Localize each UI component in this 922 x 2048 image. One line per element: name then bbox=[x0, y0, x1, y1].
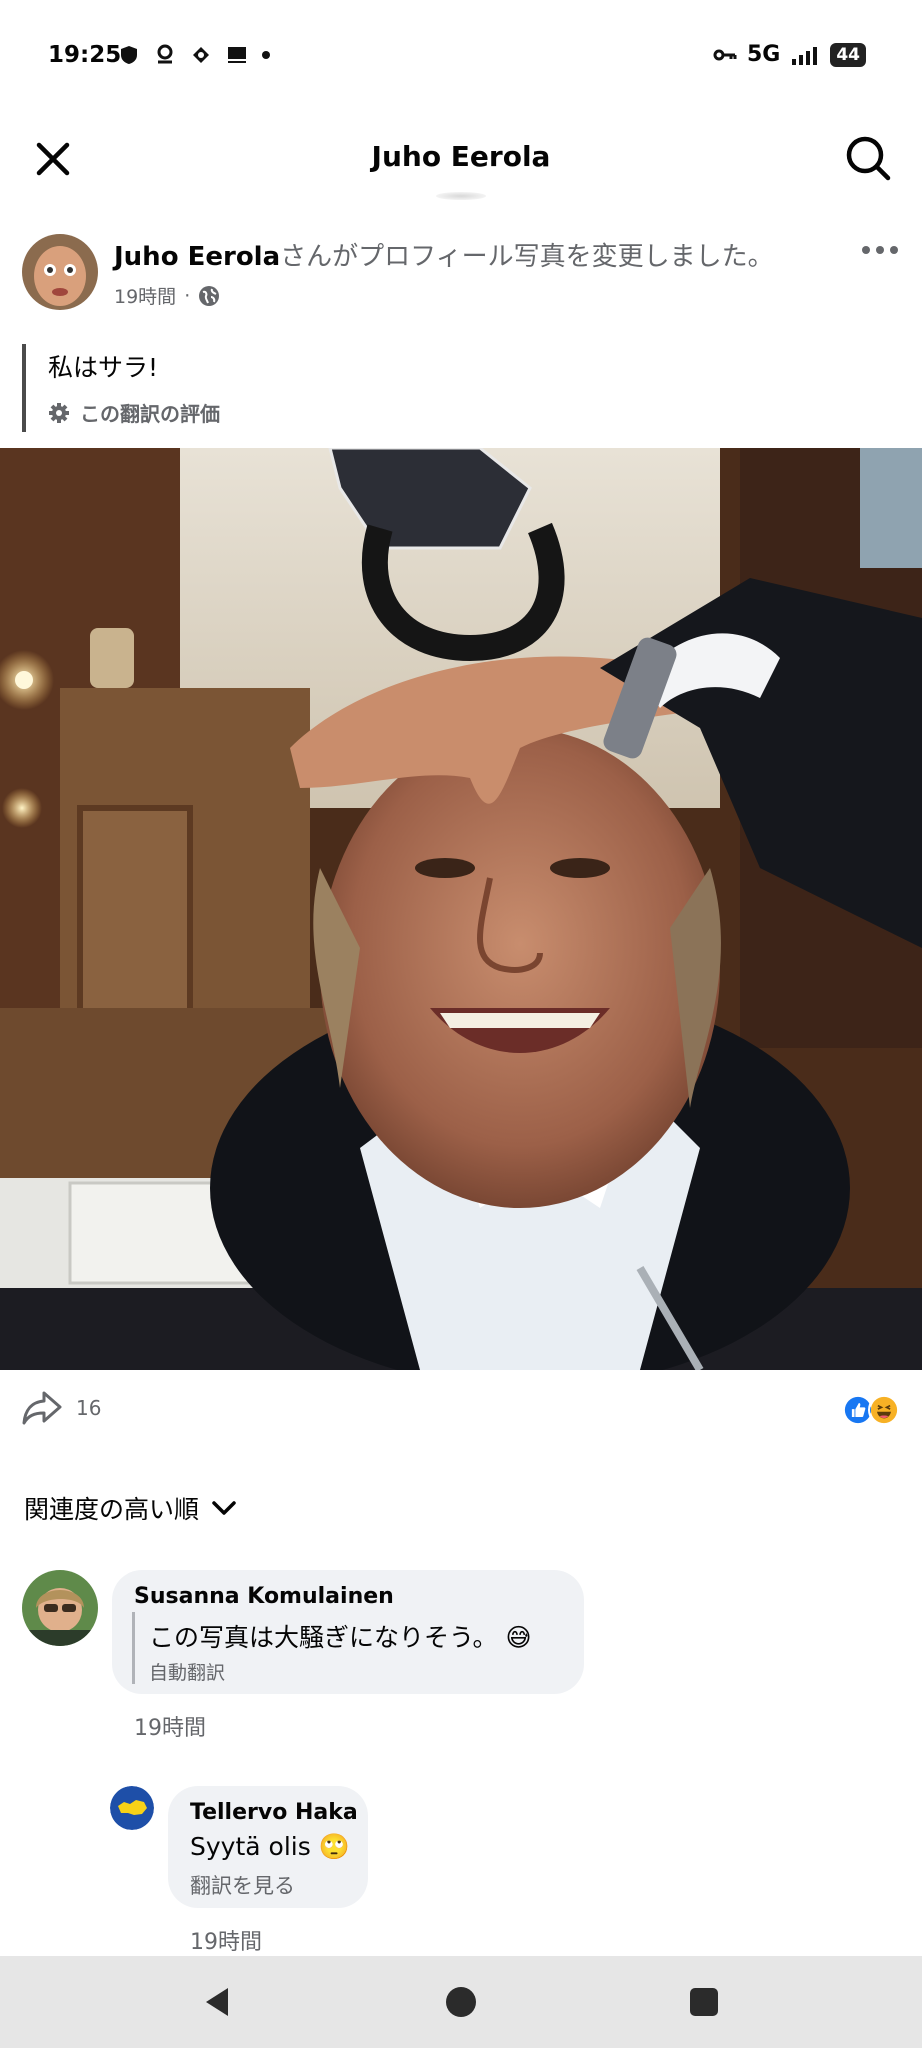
commenter-avatar[interactable] bbox=[22, 1570, 98, 1646]
post-time[interactable]: 19時間 bbox=[114, 282, 176, 309]
network-label: 5G bbox=[746, 42, 781, 67]
gear-icon bbox=[49, 402, 69, 423]
recents-button[interactable] bbox=[682, 1980, 726, 2024]
search-icon bbox=[846, 136, 891, 181]
status-time: 19:25 bbox=[48, 42, 122, 68]
chevron-down-icon bbox=[212, 1501, 236, 1515]
more-options-button[interactable] bbox=[862, 240, 902, 260]
translation-block: この写真は大騒ぎになりそう。 😅 自動翻訳 bbox=[132, 1612, 532, 1684]
home-button[interactable] bbox=[439, 1980, 483, 2024]
signal-icon bbox=[792, 46, 818, 65]
battery-level: 44 bbox=[830, 42, 866, 67]
meta-separator: · bbox=[184, 284, 191, 307]
rate-translation-label: この翻訳の評価 bbox=[80, 402, 220, 426]
system-navigation-bar bbox=[0, 1956, 922, 2048]
haha-reaction-icon bbox=[868, 1394, 900, 1426]
reply-text: Syytä olis 🙄 bbox=[190, 1832, 350, 1861]
top-header: Juho Eerola bbox=[0, 118, 922, 200]
comment-author[interactable]: Susanna Komulainen bbox=[134, 1584, 394, 1609]
header-handle bbox=[436, 192, 486, 200]
post-author-name[interactable]: Juho Eerola bbox=[114, 242, 280, 272]
reply-time[interactable]: 19時間 bbox=[190, 1924, 262, 1956]
share-count: 16 bbox=[76, 1396, 102, 1420]
reply-author[interactable]: Tellervo Haka bbox=[190, 1800, 358, 1825]
back-icon bbox=[206, 1988, 228, 2016]
post-action-text: さんがプロフィール写真を変更しました。 bbox=[280, 242, 774, 272]
reaction-summary[interactable] bbox=[842, 1394, 900, 1426]
translated-caption: 私はサラ! この翻訳の評価 bbox=[22, 344, 220, 432]
status-dot-icon bbox=[262, 51, 270, 59]
news-icon bbox=[226, 44, 248, 66]
see-translation-link[interactable]: 翻訳を見る bbox=[190, 1870, 295, 1900]
share-button[interactable]: 16 bbox=[22, 1390, 101, 1426]
back-button[interactable] bbox=[196, 1980, 240, 2024]
status-notification-icons bbox=[118, 44, 270, 66]
reply-avatar[interactable] bbox=[110, 1786, 154, 1830]
comment-time[interactable]: 19時間 bbox=[134, 1710, 206, 1742]
comment-bubble[interactable]: Susanna Komulainen この写真は大騒ぎになりそう。 😅 自動翻訳 bbox=[112, 1570, 584, 1694]
home-icon bbox=[446, 1987, 476, 2017]
post-title-line: Juho Eerolaさんがプロフィール写真を変更しました。 bbox=[114, 236, 774, 273]
status-right: 5G 44 bbox=[713, 42, 866, 67]
share-icon bbox=[22, 1391, 62, 1425]
globe-icon bbox=[199, 285, 220, 306]
app-icon bbox=[190, 44, 212, 66]
page-title: Juho Eerola bbox=[371, 140, 551, 173]
sort-label: 関連度の高い順 bbox=[24, 1495, 200, 1524]
post-caption: 私はサラ! bbox=[48, 353, 159, 382]
post-header: Juho Eerolaさんがプロフィール写真を変更しました。 19時間 · bbox=[0, 230, 922, 320]
rate-translation-button[interactable]: この翻訳の評価 bbox=[48, 398, 220, 427]
status-bar: 19:25 5G 44 bbox=[0, 0, 922, 118]
post-meta: 19時間 · bbox=[114, 282, 220, 309]
location-icon bbox=[154, 44, 176, 66]
reply-bubble[interactable]: Tellervo Haka Syytä olis 🙄 翻訳を見る bbox=[168, 1786, 368, 1908]
comment-sort-dropdown[interactable]: 関連度の高い順 bbox=[24, 1490, 237, 1526]
post-actions: 16 bbox=[0, 1386, 922, 1436]
recents-icon bbox=[690, 1988, 718, 2016]
auto-translation-label: 自動翻訳 bbox=[149, 1662, 226, 1684]
more-icon bbox=[862, 246, 870, 254]
shield-icon bbox=[118, 44, 140, 66]
search-button[interactable] bbox=[844, 134, 892, 182]
post-photo[interactable] bbox=[0, 448, 922, 1370]
key-icon bbox=[713, 49, 737, 60]
author-avatar[interactable] bbox=[22, 234, 98, 310]
comment-text: この写真は大騒ぎになりそう。 😅 bbox=[149, 1623, 532, 1652]
